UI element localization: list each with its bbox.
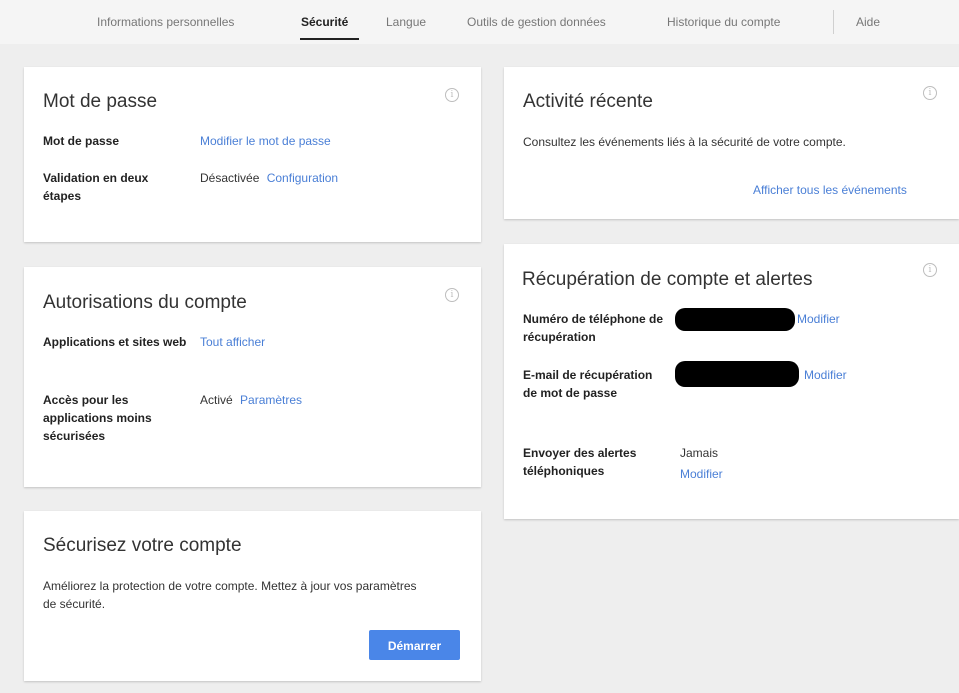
recent-activity-card: Activité récente i Consultez les événeme… [504, 67, 959, 219]
nav-divider [833, 10, 834, 34]
info-circle-icon[interactable]: i [445, 288, 459, 302]
tab-securite[interactable]: Sécurité [301, 15, 348, 29]
account-permissions-card: Autorisations du compte i Applications e… [24, 267, 481, 487]
change-password-link[interactable]: Modifier le mot de passe [200, 134, 331, 148]
phone-alerts-label: Envoyer des alertes téléphoniques [523, 446, 637, 478]
card-title: Activité récente [523, 91, 653, 112]
start-button[interactable]: Démarrer [369, 630, 460, 660]
card-title: Mot de passe [43, 91, 158, 112]
recovery-email-label: E-mail de récupération de mot de passe [523, 368, 653, 400]
two-step-label: Validation en deux étapes [43, 171, 149, 203]
info-circle-icon[interactable]: i [445, 88, 459, 102]
secure-account-description: Améliorez la protection de votre compte.… [43, 579, 417, 611]
info-circle-icon[interactable]: i [923, 263, 937, 277]
info-circle-icon[interactable]: i [923, 86, 937, 100]
tab-historique-compte[interactable]: Historique du compte [667, 15, 780, 29]
two-step-status: Désactivée [200, 171, 260, 185]
phone-alerts-status: Jamais [680, 446, 719, 460]
recent-activity-description: Consultez les événements liés à la sécur… [523, 135, 846, 149]
redacted-phone-number [675, 308, 795, 331]
show-all-apps-link[interactable]: Tout afficher [200, 335, 265, 349]
card-title: Récupération de compte et alertes [522, 269, 813, 290]
two-step-configuration-link[interactable]: Configuration [267, 171, 338, 185]
top-navigation: Informations personnelles Sécurité Langu… [0, 0, 959, 44]
modify-recovery-phone-link[interactable]: Modifier [797, 312, 840, 326]
modify-recovery-email-link[interactable]: Modifier [804, 368, 847, 382]
recovery-alerts-card: Récupération de compte et alertes i Numé… [504, 244, 959, 519]
tab-outils-gestion-donnees[interactable]: Outils de gestion données [467, 15, 606, 29]
active-tab-indicator [300, 38, 359, 40]
apps-sites-label: Applications et sites web [43, 335, 187, 349]
password-card: Mot de passe i Mot de passe Modifier le … [24, 67, 481, 242]
recovery-phone-label: Numéro de téléphone de récupération [523, 312, 664, 344]
show-all-events-link[interactable]: Afficher tous les événements [753, 183, 907, 197]
modify-phone-alerts-link[interactable]: Modifier [680, 467, 723, 481]
less-secure-apps-status: Activé [200, 393, 233, 407]
tab-aide[interactable]: Aide [856, 15, 880, 29]
card-title: Sécurisez votre compte [43, 535, 242, 556]
redacted-recovery-email [675, 361, 799, 387]
password-label: Mot de passe [43, 134, 120, 148]
secure-account-card: Sécurisez votre compte Améliorez la prot… [24, 511, 481, 681]
tab-informations-personnelles[interactable]: Informations personnelles [97, 15, 234, 29]
less-secure-apps-settings-link[interactable]: Paramètres [240, 393, 302, 407]
less-secure-apps-label: Accès pour les applications moins sécuri… [43, 393, 152, 443]
tab-langue[interactable]: Langue [386, 15, 426, 29]
card-title: Autorisations du compte [43, 292, 247, 313]
